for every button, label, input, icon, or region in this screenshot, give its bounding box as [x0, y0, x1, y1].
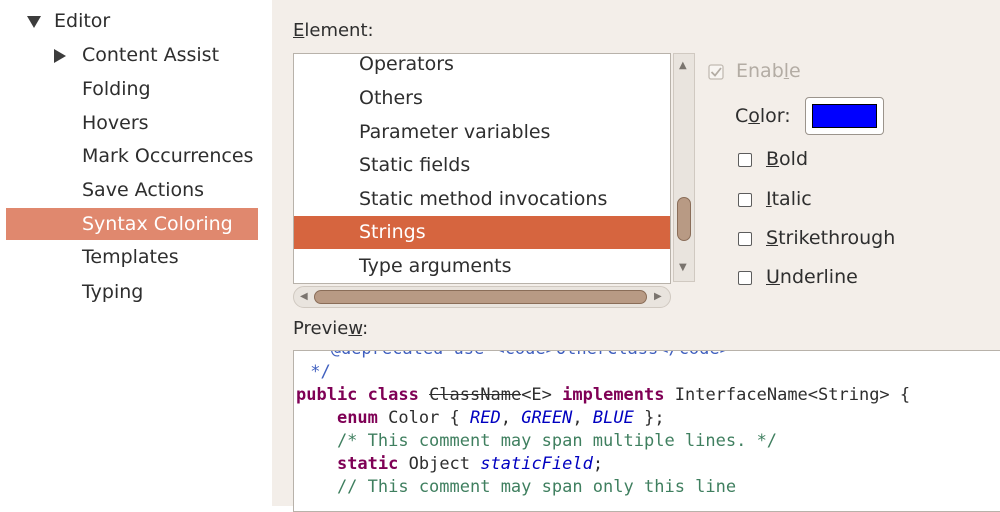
element-list[interactable]: Operators Others Parameter variables Sta… [293, 53, 671, 284]
underline-label: Underline [766, 266, 858, 288]
code-line-javadoc: * @deprecated use <code>OtherClass</code… [300, 351, 730, 361]
preview-label: Preview: [293, 318, 369, 339]
triangle-right-icon[interactable] [52, 48, 68, 64]
tree-item-content-assist[interactable]: Content Assist [0, 39, 258, 71]
scroll-up-icon[interactable]: ▲ [679, 60, 687, 71]
list-item-type-arguments[interactable]: Type arguments [294, 250, 670, 283]
code-line-enum: enum Color { RED, GREEN, BLUE }; [336, 408, 665, 428]
color-picker-button[interactable] [805, 97, 884, 135]
color-swatch [812, 104, 877, 128]
triangle-down-icon[interactable] [26, 14, 42, 30]
list-item-parameter-variables[interactable]: Parameter variables [294, 116, 670, 149]
tree-item-label: Typing [82, 281, 144, 303]
list-item-others[interactable]: Others [294, 82, 670, 115]
enable-label: Enable [736, 60, 801, 82]
tree-item-label: Hovers [82, 112, 149, 134]
bold-checkbox[interactable] [738, 153, 752, 167]
scroll-down-icon[interactable]: ▼ [679, 262, 687, 273]
enable-checkbox[interactable] [708, 64, 724, 80]
code-line-static-field: static Object staticField; [336, 454, 604, 474]
element-list-vertical-scrollbar[interactable]: ▲ ▼ [673, 53, 695, 282]
tree-item-label: Mark Occurrences [82, 145, 254, 167]
code-preview[interactable]: * @deprecated use <code>OtherClass</code… [293, 350, 1000, 512]
tree-item-mark-occurrences[interactable]: Mark Occurrences [0, 140, 258, 172]
tree-item-save-actions[interactable]: Save Actions [0, 174, 258, 206]
strikethrough-label: Strikethrough [766, 227, 896, 249]
tree-item-syntax-coloring[interactable]: Syntax Coloring [6, 208, 258, 240]
italic-checkbox[interactable] [738, 193, 752, 207]
bold-label: Bold [766, 148, 809, 170]
scroll-left-icon[interactable]: ◀ [300, 291, 308, 302]
list-item-operators[interactable]: Operators [294, 54, 670, 81]
code-line-javadoc-end: */ [300, 362, 331, 382]
code-line-single-comment: // This comment may span only this line [296, 477, 737, 497]
underline-checkbox[interactable] [738, 271, 752, 285]
tree-item-hovers[interactable]: Hovers [0, 107, 258, 139]
tree-item-label: Editor [54, 10, 111, 32]
color-label: Color: [735, 105, 791, 127]
tree-item-editor[interactable]: Editor [0, 5, 258, 37]
tree-item-label: Syntax Coloring [82, 213, 233, 235]
element-label: Element: [293, 20, 374, 41]
tree-item-typing[interactable]: Typing [0, 276, 258, 308]
list-item-static-fields[interactable]: Static fields [294, 149, 670, 182]
syntax-coloring-panel: Element: Operators Others Parameter vari… [272, 0, 1000, 512]
list-item-static-method-invocations[interactable]: Static method invocations [294, 183, 670, 216]
code-line-multiline-comment: /* This comment may span multiple lines.… [296, 431, 778, 451]
tree-item-label: Save Actions [82, 179, 205, 201]
strikethrough-checkbox[interactable] [738, 232, 752, 246]
tree-item-folding[interactable]: Folding [0, 73, 258, 105]
vertical-scroll-thumb[interactable] [677, 197, 691, 241]
scroll-right-icon[interactable]: ▶ [654, 291, 662, 302]
horizontal-scroll-thumb[interactable] [314, 290, 647, 304]
tree-item-label: Templates [82, 246, 179, 268]
tree-item-label: Folding [82, 78, 151, 100]
tree-item-templates[interactable]: Templates [0, 241, 258, 273]
preference-tree: Editor Content Assist Folding Hovers Mar… [0, 0, 272, 506]
code-line-class-declaration: public class ClassName<E> implements Int… [296, 385, 911, 405]
tree-item-label: Content Assist [82, 44, 220, 66]
element-list-horizontal-scrollbar[interactable]: ◀ ▶ [293, 286, 671, 308]
italic-label: Italic [766, 188, 812, 210]
list-item-strings[interactable]: Strings [294, 216, 670, 249]
